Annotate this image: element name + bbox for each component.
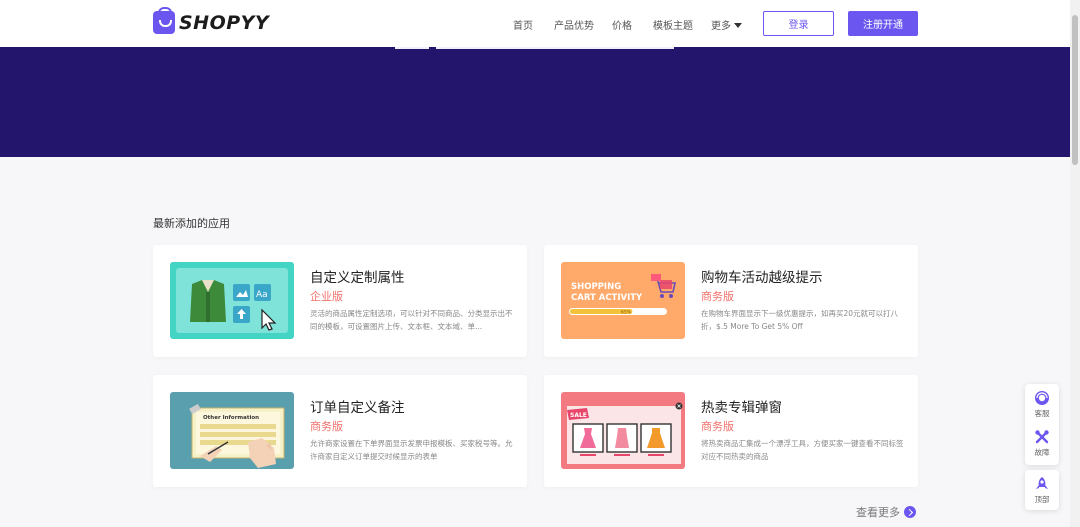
back-to-top-label: 顶部 xyxy=(1034,495,1050,504)
login-button[interactable]: 登录 xyxy=(763,11,834,36)
thumb-aa-text: Aa xyxy=(256,290,268,300)
nav-more-label: 更多 xyxy=(711,21,731,32)
nav-themes[interactable]: 模板主题 xyxy=(653,17,693,32)
headset-icon xyxy=(1034,390,1050,406)
rocket-icon xyxy=(1034,476,1050,492)
app-title: 订单自定义备注 xyxy=(310,400,405,416)
hero-tab-indicator xyxy=(395,47,429,49)
register-button[interactable]: 注册开通 xyxy=(848,11,918,36)
app-card-cart-activity[interactable]: SHOPPING CART ACTIVITY 65% 购物车活动越级提示 商务版… xyxy=(544,245,918,357)
brand-name: SHOPYY xyxy=(179,11,270,34)
order-notes-illustration: Other Information xyxy=(189,403,285,468)
cart-progress-label: 65% xyxy=(621,310,632,316)
app-title: 热卖专辑弹窗 xyxy=(701,400,782,416)
nav-advantages[interactable]: 产品优势 xyxy=(554,17,594,32)
app-title: 购物车活动越级提示 xyxy=(701,270,823,286)
brand-logo[interactable]: SHOPYY xyxy=(153,7,270,34)
caret-down-icon xyxy=(734,23,742,28)
thumb-sale-badge: SALE xyxy=(570,412,587,419)
app-edition-tag: 商务版 xyxy=(310,420,343,433)
svg-text:SHOPPING: SHOPPING xyxy=(571,282,621,292)
shopping-bag-icon xyxy=(153,7,175,34)
app-description: 灵活的商品属性定制选项，可以针对不同商品、分类显示出不同的模板，可设置图片上传、… xyxy=(310,309,513,331)
app-thumbnail: Other Information xyxy=(170,392,294,469)
back-to-top-button[interactable]: 顶部 xyxy=(1025,470,1059,510)
app-edition-tag: 商务版 xyxy=(701,420,734,433)
customer-service-label: 客服 xyxy=(1034,409,1050,418)
app-thumbnail: SALE xyxy=(561,392,685,469)
app-description: 允许商家设置在下单界面显示发票申报模板、买家税号等。允许商家自定义订单提交时候显… xyxy=(310,439,513,461)
top-header: SHOPYY 首页 产品优势 价格 模板主题 更多 登录 注册开通 xyxy=(0,0,1070,47)
floating-toolbar: 客服 故障 xyxy=(1025,384,1059,465)
tools-icon xyxy=(1034,429,1050,445)
thumb-form-title: Other Information xyxy=(203,415,259,421)
app-thumbnail: SHOPPING CART ACTIVITY 65% xyxy=(561,262,685,339)
fault-report-button[interactable]: 故障 xyxy=(1025,429,1059,458)
nav-more[interactable]: 更多 xyxy=(711,17,742,32)
app-edition-tag: 商务版 xyxy=(701,290,734,303)
cart-activity-illustration: SHOPPING CART ACTIVITY 65% xyxy=(569,274,676,316)
app-description: 在购物车界面显示下一级优惠提示，如再买20元就可以打八折，$.5 More To… xyxy=(701,309,899,331)
app-description: 将热卖商品汇集成一个漂浮工具，方便买家一键查看不同标签对应不同热卖的商品 xyxy=(701,439,904,461)
hero-tab-indicator xyxy=(436,47,674,49)
scrollbar-thumb[interactable] xyxy=(1072,15,1078,165)
customer-service-button[interactable]: 客服 xyxy=(1025,390,1059,419)
app-edition-tag: 企业版 xyxy=(310,290,343,303)
app-title: 自定义定制属性 xyxy=(310,270,405,286)
svg-text:CART ACTIVITY: CART ACTIVITY xyxy=(571,293,643,303)
see-more-link[interactable]: 查看更多 xyxy=(856,504,916,520)
app-card-custom-attributes[interactable]: Aa 自定义定制属性 企业版 灵活的商品属性定制选项，可以针对不同商品、分类显示… xyxy=(153,245,527,357)
hot-sale-popup-illustration: SALE xyxy=(567,402,683,464)
app-thumbnail: Aa xyxy=(170,262,294,339)
app-card-order-notes[interactable]: Other Information 订单自定义备注 商务版 允许商家设置在下单界… xyxy=(153,375,527,487)
arrow-right-icon xyxy=(904,506,916,518)
see-more-label: 查看更多 xyxy=(856,506,900,519)
back-to-top-inner: 顶部 xyxy=(1025,476,1059,505)
fault-report-label: 故障 xyxy=(1034,448,1050,457)
nav-pricing[interactable]: 价格 xyxy=(612,17,632,32)
hero-banner xyxy=(0,47,1070,157)
page-scrollbar[interactable] xyxy=(1070,0,1080,527)
jacket-attributes-illustration: Aa xyxy=(176,268,288,333)
app-card-hot-sale-popup[interactable]: SALE 热卖专辑弹窗 商务版 将热卖商品汇集成一个漂浮工具，方便买家一键查看不… xyxy=(544,375,918,487)
section-title: 最新添加的应用 xyxy=(153,217,230,230)
nav-home[interactable]: 首页 xyxy=(513,17,533,32)
